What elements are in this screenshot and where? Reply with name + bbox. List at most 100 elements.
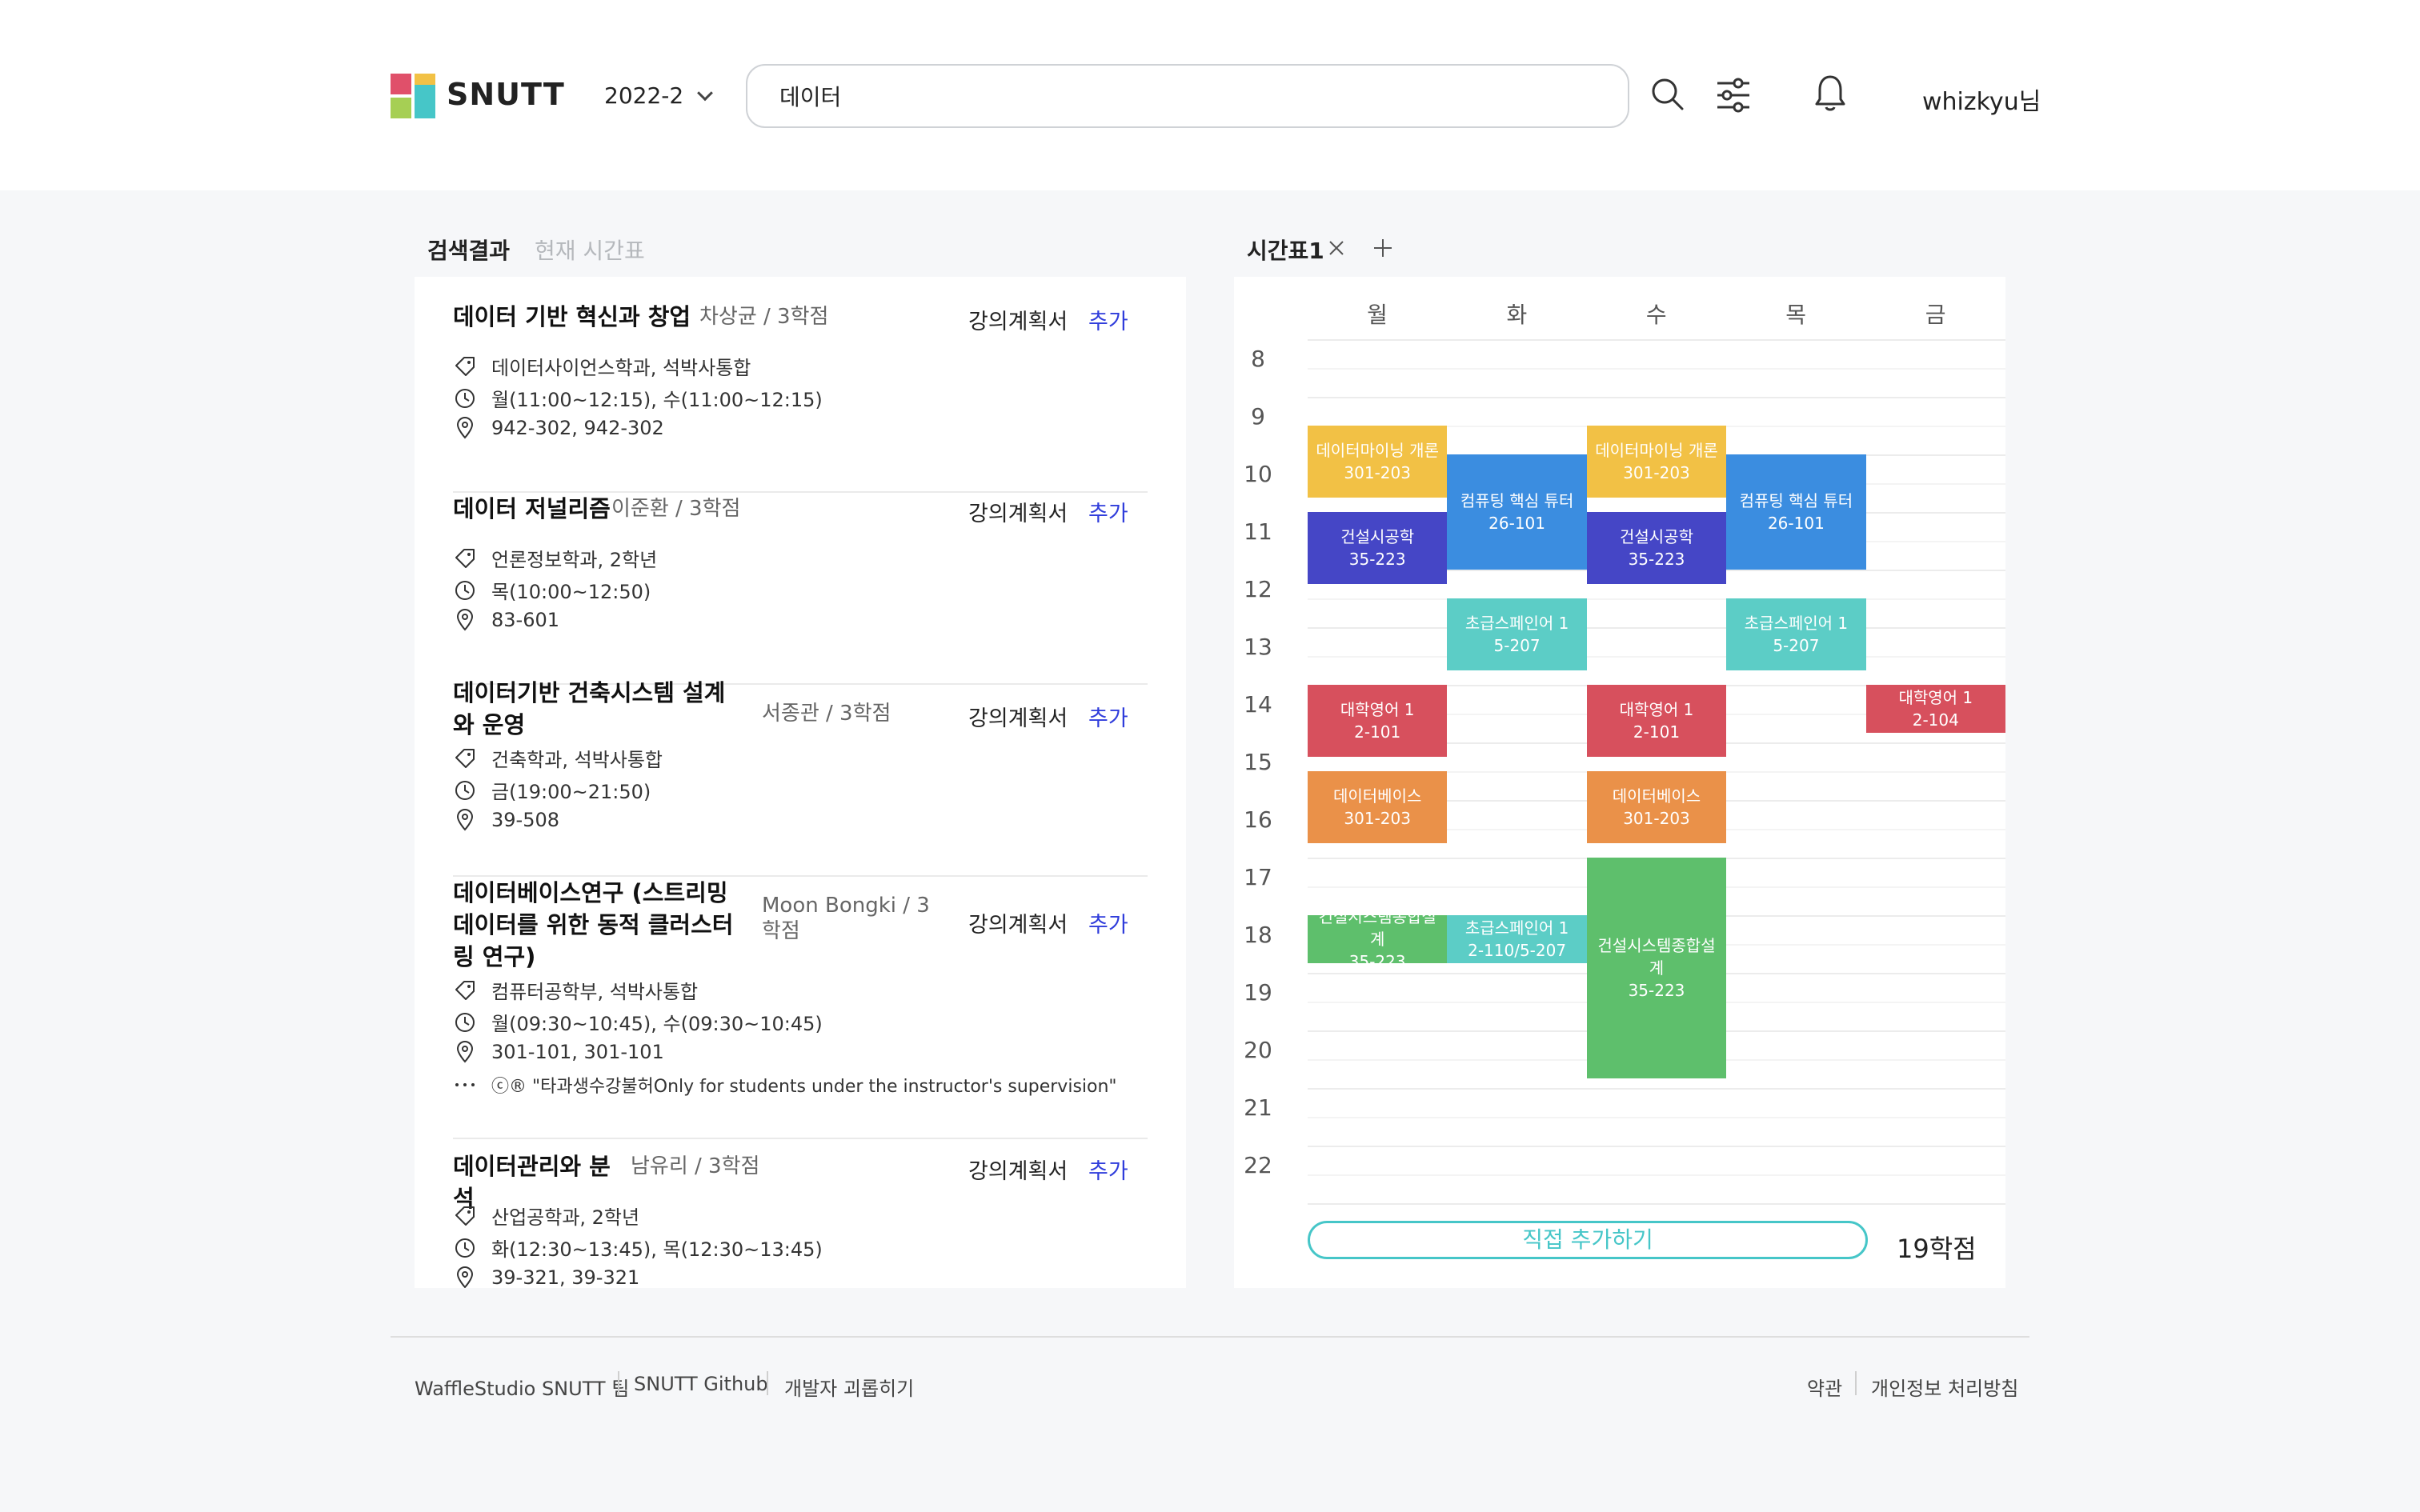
- timetable-lecture-block[interactable]: 대학영어 1 2-101: [1308, 685, 1448, 757]
- lecture-meta: 차상균 / 3학점: [699, 305, 829, 329]
- block-text: 데이터마이닝 개론: [1316, 441, 1439, 460]
- total-credits: 19학점: [1897, 1234, 1977, 1264]
- list-item[interactable]: 데이터 저널리즘 이준환 / 3학점 강의계획서 추가 언론정보학과, 2학년 …: [453, 493, 1148, 685]
- semester-select[interactable]: 2022-2: [604, 82, 714, 109]
- timetable-lecture-block[interactable]: 컴퓨팅 핵심 튜터 26-101: [1447, 454, 1587, 570]
- location-pin-icon: [456, 809, 474, 831]
- footer-link-feedback[interactable]: 개발자 괴롭히기: [784, 1373, 914, 1401]
- list-item[interactable]: 데이터관리와 분석 남유리 / 3학점 강의계획서 추가 산업공학과, 2학년 …: [453, 1150, 1148, 1288]
- timetable-lecture-block[interactable]: 대학영어 1 2-104: [1865, 685, 2005, 733]
- tag-icon: [455, 356, 475, 376]
- timetable-lecture-block[interactable]: 초급스페인어 1 2-110/5-207: [1447, 915, 1587, 963]
- hour-label: 11: [1244, 518, 1272, 545]
- tab-timetable-1[interactable]: 시간표1: [1234, 234, 1380, 282]
- direct-add-button[interactable]: 직접 추가하기: [1308, 1221, 1868, 1259]
- timetable-lecture-block[interactable]: 대학영어 1 2-101: [1586, 685, 1727, 757]
- hour-label: 21: [1244, 1094, 1272, 1121]
- block-text: 데이터베이스: [1332, 786, 1422, 806]
- footer-link-github[interactable]: SNUTT Github: [634, 1373, 768, 1395]
- block-text: 초급스페인어 1: [1464, 918, 1569, 938]
- tab-current-timetable[interactable]: 현재 시간표: [535, 234, 645, 280]
- half-hour-gridline: [1308, 598, 2005, 600]
- timetable-grid: 월 화 수 목 금 8 9 10 11 12 13 14 15 16 17 18 19 20 21 22 데이터마이닝…: [1234, 277, 2005, 1288]
- hour-label: 18: [1244, 922, 1272, 948]
- hour-label: 17: [1244, 864, 1272, 890]
- timetable-lecture-block[interactable]: 데이터마이닝 개론 301-203: [1586, 426, 1727, 498]
- semester-value: 2022-2: [604, 82, 684, 109]
- location-pin-icon: [456, 609, 474, 631]
- block-text: 대학영어 1: [1340, 700, 1415, 719]
- day-header: 화: [1506, 302, 1528, 328]
- lecture-note: ⓒ® "타과생수강불허Only for students under the i…: [491, 1077, 1117, 1097]
- close-icon[interactable]: [1327, 238, 1346, 261]
- syllabus-link[interactable]: 강의계획서: [968, 907, 1068, 938]
- timetable-lecture-block[interactable]: 데이터베이스 301-203: [1308, 771, 1448, 843]
- search-icon[interactable]: [1650, 77, 1685, 115]
- hour-label: 9: [1251, 403, 1265, 430]
- lecture-meta: 이준환 / 3학점: [611, 497, 741, 521]
- footer-link-terms[interactable]: 약관: [1807, 1373, 1842, 1401]
- hour-label: 8: [1251, 346, 1265, 372]
- block-text: 초급스페인어 1: [1744, 614, 1849, 633]
- add-button[interactable]: 추가: [1088, 496, 1128, 527]
- block-text: 301-203: [1344, 463, 1411, 482]
- block-text: 2-110/5-207: [1468, 940, 1567, 960]
- chevron-down-icon: [697, 85, 714, 102]
- divider: [453, 1138, 1148, 1139]
- user-name[interactable]: whizkyu님: [1922, 82, 2041, 117]
- syllabus-link[interactable]: 강의계획서: [968, 304, 1068, 335]
- timetable-lecture-block[interactable]: 초급스페인어 1 5-207: [1447, 598, 1587, 670]
- lecture-place: 942-302, 942-302: [491, 417, 664, 439]
- timetable-lecture-block[interactable]: 건설시스템종합설계 35-223: [1586, 858, 1727, 1078]
- block-text: 대학영어 1: [1619, 700, 1694, 719]
- footer-link-privacy[interactable]: 개인정보 처리방침: [1871, 1373, 2018, 1401]
- half-hour-gridline: [1308, 656, 2005, 658]
- list-item[interactable]: 데이터 기반 혁신과 창업 차상균 / 3학점 강의계획서 추가 데이터사이언스…: [453, 301, 1148, 493]
- lecture-time: 금(19:00~21:50): [491, 781, 651, 803]
- lecture-place: 39-508: [491, 809, 560, 831]
- clock-icon: [455, 580, 475, 600]
- block-text: 건설시공학: [1619, 527, 1693, 546]
- add-button[interactable]: 추가: [1088, 1154, 1128, 1185]
- filter-icon[interactable]: [1716, 77, 1751, 117]
- lecture-dept: 언론정보학과, 2학년: [491, 549, 658, 571]
- lecture-time: 월(11:00~12:15), 수(11:00~12:15): [491, 389, 823, 411]
- timetable-lecture-block[interactable]: 데이터마이닝 개론 301-203: [1308, 426, 1448, 498]
- syllabus-link[interactable]: 강의계획서: [968, 496, 1068, 527]
- timetable-lecture-block[interactable]: 건설시공학 35-223: [1586, 512, 1727, 584]
- hour-gridline: [1308, 1203, 2005, 1205]
- timetable-lecture-block[interactable]: 초급스페인어 1 5-207: [1726, 598, 1866, 670]
- timetable-lecture-block[interactable]: 데이터베이스 301-203: [1586, 771, 1727, 843]
- lecture-title: 데이터베이스연구 (스트리밍 데이터를 위한 동적 클러스터링 연구): [453, 879, 734, 970]
- day-header: 금: [1925, 302, 1946, 328]
- timetable-lecture-block[interactable]: 건설시스템종합설계 35-223: [1308, 915, 1448, 963]
- lecture-title: 데이터 저널리즘: [453, 495, 611, 522]
- footer-link-team[interactable]: WaffleStudio SNUTT 팀: [415, 1373, 629, 1401]
- footer-divider: [391, 1336, 2029, 1338]
- syllabus-link[interactable]: 강의계획서: [968, 701, 1068, 732]
- add-tab-icon[interactable]: [1372, 237, 1394, 262]
- block-text: 35-223: [1348, 951, 1406, 963]
- add-button[interactable]: 추가: [1088, 907, 1128, 938]
- add-button[interactable]: 추가: [1088, 304, 1128, 335]
- add-button[interactable]: 추가: [1088, 701, 1128, 732]
- block-text: 2-104: [1912, 710, 1959, 730]
- tag-icon: [455, 1206, 475, 1226]
- half-hour-gridline: [1308, 368, 2005, 370]
- clock-icon: [455, 1238, 475, 1258]
- timetable-lecture-block[interactable]: 건설시공학 35-223: [1308, 512, 1448, 584]
- day-header: 수: [1645, 302, 1667, 328]
- search-input[interactable]: [746, 64, 1629, 128]
- clock-icon: [455, 1012, 475, 1032]
- timetable-lecture-block[interactable]: 컴퓨팅 핵심 튜터 26-101: [1726, 454, 1866, 570]
- bell-icon[interactable]: [1815, 74, 1845, 115]
- tab-search-results[interactable]: 검색결과: [415, 234, 523, 282]
- lecture-place: 83-601: [491, 609, 560, 631]
- list-item[interactable]: 데이터기반 건축시스템 설계와 운영 서종관 / 3학점 강의계획서 추가 건축…: [453, 677, 1148, 877]
- list-item[interactable]: 데이터베이스연구 (스트리밍 데이터를 위한 동적 클러스터링 연구) Moon…: [453, 877, 1148, 1141]
- syllabus-link[interactable]: 강의계획서: [968, 1154, 1068, 1185]
- day-header: 월: [1367, 302, 1388, 328]
- snutt-logo-icon[interactable]: [391, 74, 435, 118]
- tag-icon: [455, 748, 475, 768]
- brand-name[interactable]: SNUTT: [447, 77, 565, 112]
